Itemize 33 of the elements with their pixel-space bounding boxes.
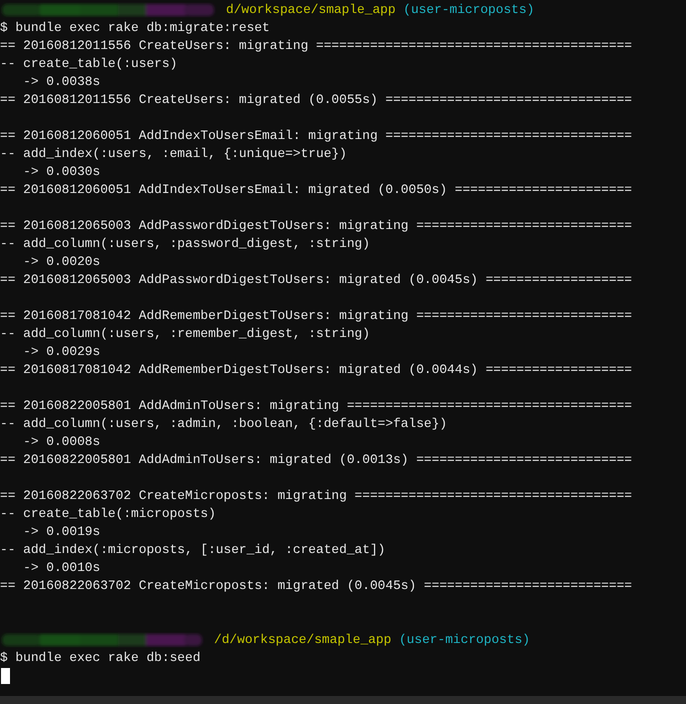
terminal-line: -> 0.0020s [22, 254, 100, 269]
terminal-line: == 20160812060051 AddIndexToUsersEmail: migrating ================================ [0, 128, 632, 143]
terminal-line: == 20160812011556 CreateUsers: migrating ========================================= [0, 38, 632, 53]
prompt-path: d/workspace/smaple_app [226, 1, 396, 19]
terminal-line: -- add_index(:microposts, [:user_id, :created_at]) [0, 542, 386, 557]
terminal-line: -> 0.0019s [22, 524, 100, 539]
terminal-line: -- add_column(:users, :remember_digest, :string) [0, 326, 370, 341]
terminal-line: == 20160822005801 AddAdminToUsers: migrated (0.0013s) ============================ [0, 452, 632, 467]
prompt-path: /d/workspace/smaple_app [214, 631, 392, 649]
terminal-line: == 20160812011556 CreateUsers: migrated (0.0055s) ================================ [0, 92, 632, 107]
terminal-line: -> 0.0010s [22, 560, 100, 575]
git-branch: (user-microposts) [403, 1, 534, 19]
terminal-line: -> 0.0029s [22, 344, 100, 359]
terminal-line: -- add_column(:users, :password_digest, :string) [0, 236, 370, 251]
terminal-line: == 20160822063702 CreateMicroposts: migrated (0.0045s) =========================== [0, 578, 632, 593]
terminal-line: -- create_table(:microposts) [0, 506, 216, 521]
terminal-line: == 20160812065003 AddPasswordDigestToUsers: migrated (0.0045s) =================== [0, 272, 632, 287]
terminal-line: -- add_index(:users, :email, {:unique=>true}) [0, 146, 347, 161]
terminal-line: $ bundle exec rake db:seed [0, 650, 200, 665]
terminal-line: == 20160812060051 AddIndexToUsersEmail: migrated (0.0050s) ======================= [0, 182, 632, 197]
terminal-line: == 20160822063702 CreateMicroposts: migrating ==================================== [0, 488, 632, 503]
terminal-line: == 20160822005801 AddAdminToUsers: migrating ===================================== [0, 398, 632, 413]
terminal-line: == 20160817081042 AddRememberDigestToUsers: migrating ============================ [0, 308, 632, 323]
terminal-line: == 20160817081042 AddRememberDigestToUsers: migrated (0.0044s) =================== [0, 362, 632, 377]
text-cursor [1, 668, 10, 684]
terminal-line: == 20160812065003 AddPasswordDigestToUsers: migrating ============================ [0, 218, 632, 233]
terminal-line: -> 0.0008s [22, 434, 100, 449]
terminal-line: -> 0.0030s [22, 164, 100, 179]
terminal-line: $ bundle exec rake db:migrate:reset [0, 20, 270, 35]
terminal-line: -> 0.0038s [22, 74, 100, 89]
terminal-line: -- create_table(:users) [0, 56, 178, 71]
git-branch: (user-microposts) [398, 631, 530, 649]
terminal-line: -- add_column(:users, :admin, :boolean, {:default=>false}) [0, 416, 448, 431]
